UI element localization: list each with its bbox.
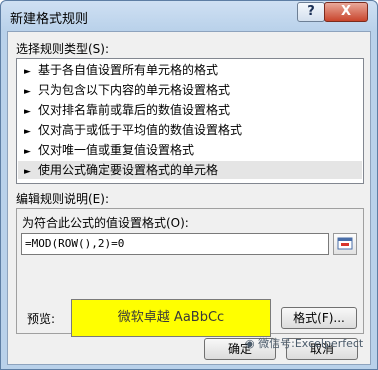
close-button[interactable]: X <box>324 2 368 22</box>
triangle-bullet-icon: ► <box>24 87 31 97</box>
rule-type-item-label: 只为包含以下内容的单元格设置格式 <box>38 83 231 97</box>
watermark: ◉ 微信号:Excelperfect <box>245 335 363 351</box>
rule-type-label: 选择规则类型(S): <box>16 42 110 56</box>
range-select-button[interactable] <box>333 233 357 255</box>
format-preview: 微软卓越 AaBbCc <box>71 299 271 337</box>
formula-input[interactable]: =MOD(ROW(),2)=0 <box>21 233 329 255</box>
rule-type-list: ► 基于各自值设置所有单元格的格式 ► 只为包含以下内容的单元格设置格式 ► 仅对排名… <box>16 58 364 184</box>
help-button[interactable]: ? <box>297 2 325 22</box>
preview-label: 预览: <box>27 312 56 326</box>
watermark-text: 微信号:Excelperfect <box>258 337 364 350</box>
rule-type-item-label: 使用公式确定要设置格式的单元格 <box>38 163 219 177</box>
dialog-body: 选择规则类型(S): ► 基于各自值设置所有单元格的格式 ► 只为包含以下内容的单元… <box>7 31 371 365</box>
rule-type-item-label: 仅对高于或低于平均值的数值设置格式 <box>38 123 243 137</box>
new-format-rule-dialog: 新建格式规则 ? X 选择规则类型(S): ► 基于各自值设置所有单元格的格式 ►… <box>0 0 378 370</box>
formula-label: 为符合此公式的值设置格式(O): <box>22 216 189 230</box>
format-button[interactable]: 格式(F)... <box>281 307 357 329</box>
collapse-dialog-icon <box>337 237 353 250</box>
title-bar: 新建格式规则 ? X <box>1 1 377 31</box>
rule-type-item-average[interactable]: ► 仅对高于或低于平均值的数值设置格式 <box>18 121 362 139</box>
rule-description-group: 为符合此公式的值设置格式(O): =MOD(ROW(),2)=0 预览: 微软卓… <box>16 208 364 337</box>
rule-type-item-label: 仅对排名靠前或靠后的数值设置格式 <box>38 103 231 117</box>
rule-type-item-contains[interactable]: ► 只为包含以下内容的单元格设置格式 <box>18 81 362 99</box>
triangle-bullet-icon: ► <box>24 167 31 177</box>
rule-type-item-unique-duplicate[interactable]: ► 仅对唯一值或重复值设置格式 <box>18 141 362 159</box>
rule-type-item-formula[interactable]: ► 使用公式确定要设置格式的单元格 <box>18 161 362 179</box>
dialog-title: 新建格式规则 <box>10 12 89 27</box>
rule-type-item-label: 仅对唯一值或重复值设置格式 <box>38 143 195 157</box>
rule-description-label: 编辑规则说明(E): <box>16 192 109 206</box>
rule-type-item-each-value[interactable]: ► 基于各自值设置所有单元格的格式 <box>18 61 362 79</box>
triangle-bullet-icon: ► <box>24 127 31 137</box>
triangle-bullet-icon: ► <box>24 67 31 77</box>
triangle-bullet-icon: ► <box>24 147 31 157</box>
rule-type-item-top-bottom[interactable]: ► 仅对排名靠前或靠后的数值设置格式 <box>18 101 362 119</box>
triangle-bullet-icon: ► <box>24 107 31 117</box>
rule-type-item-label: 基于各自值设置所有单元格的格式 <box>38 63 219 77</box>
wechat-icon: ◉ <box>245 337 255 350</box>
